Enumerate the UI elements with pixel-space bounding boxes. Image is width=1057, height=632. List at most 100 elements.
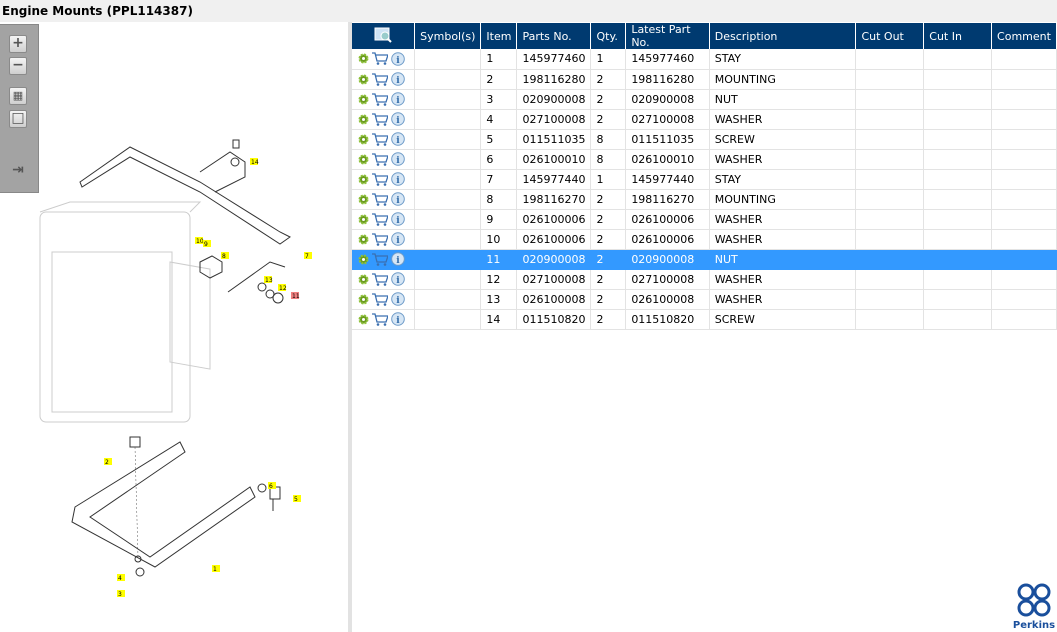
table-row[interactable]: i 4 027100008 2 027100008 WASHER [352,109,1057,130]
cart-icon[interactable] [372,252,388,266]
table-row[interactable]: i 3 020900008 2 020900008 NUT [352,89,1057,110]
cart-icon[interactable] [372,172,388,186]
column-header[interactable]: Symbol(s) [414,23,482,49]
info-icon[interactable]: i [391,272,405,286]
info-icon[interactable]: i [391,192,405,206]
column-header[interactable]: Cut In [923,23,993,49]
fit-window-button[interactable]: □ [9,110,27,128]
svg-text:i: i [396,136,400,146]
cut-in-cell [923,249,993,270]
table-row[interactable]: i 11 020900008 2 020900008 NUT [352,249,1057,270]
diagram-panel[interactable]: 14 7 10 9 8 13 12 11 2 6 5 1 4 3 + − ▦ □ ⇥ [0,22,348,632]
cart-icon[interactable] [372,212,388,226]
info-icon[interactable]: i [391,51,405,66]
info-icon[interactable]: i [391,112,405,126]
column-header[interactable]: Description [709,23,857,49]
info-icon[interactable]: i [391,92,405,106]
info-icon[interactable]: i [391,172,405,186]
table-row[interactable]: i 13 026100008 2 026100008 WASHER [352,289,1057,310]
row-actions: i [352,249,416,270]
table-row[interactable]: i 10 026100006 2 026100006 WASHER [352,229,1057,250]
gear-icon[interactable] [358,194,369,205]
callout-label: 5 [294,496,298,503]
info-icon[interactable]: i [391,132,405,146]
info-icon[interactable]: i [391,312,405,326]
cart-icon[interactable] [372,152,388,166]
exploded-diagram[interactable]: 14710 98131211265143 [0,22,348,632]
gear-icon[interactable] [358,114,369,125]
cart-icon[interactable] [372,112,388,126]
move-panel-button[interactable]: ⇥ [9,163,27,181]
table-row[interactable]: i 12 027100008 2 027100008 WASHER [352,269,1057,290]
cut-in-cell [923,129,993,150]
gear-icon[interactable] [358,214,369,225]
column-header[interactable]: Parts No. [516,23,592,49]
cut-out-cell [855,89,925,110]
column-header[interactable] [352,23,416,49]
info-icon[interactable]: i [391,72,405,86]
gear-icon[interactable] [358,274,369,285]
zoom-out-button[interactable]: − [9,57,27,75]
gear-icon[interactable] [358,254,369,265]
row-actions: i [352,289,416,310]
column-header[interactable]: Latest Part No. [625,23,710,49]
table-row[interactable]: i 6 026100010 8 026100010 WASHER [352,149,1057,170]
svg-text:i: i [396,196,400,206]
info-icon[interactable]: i [391,212,405,226]
gear-icon[interactable] [358,174,369,185]
symbols-cell [414,69,482,90]
cart-icon[interactable] [372,292,388,306]
gear-icon[interactable] [358,234,369,245]
gear-icon[interactable] [358,53,369,64]
zoom-in-button[interactable]: + [9,35,27,53]
comment-cell [991,189,1057,210]
fit-all-button[interactable]: ▦ [9,87,27,105]
svg-text:i: i [396,276,400,286]
item-cell: 6 [480,149,518,170]
parts-no-cell: 020900008 [516,249,592,270]
cart-icon[interactable] [372,132,388,146]
table-row[interactable]: i 1 145977460 1 145977460 STAY [352,49,1057,70]
latest-cell: 026100006 [625,229,710,250]
parts-no-cell: 026100006 [516,209,592,230]
latest-cell: 145977440 [625,169,710,190]
cart-icon[interactable] [372,92,388,106]
latest-cell: 198116270 [625,189,710,210]
cart-icon[interactable] [372,72,388,86]
cart-icon[interactable] [372,232,388,246]
info-icon[interactable]: i [391,292,405,306]
gear-icon[interactable] [358,134,369,145]
comment-cell [991,49,1057,70]
gear-icon[interactable] [358,154,369,165]
gear-icon[interactable] [358,314,369,325]
gear-icon[interactable] [358,74,369,85]
table-row[interactable]: i 7 145977440 1 145977440 STAY [352,169,1057,190]
comment-cell [991,229,1057,250]
info-icon[interactable]: i [391,152,405,166]
cut-in-cell [923,109,993,130]
desc-cell: MOUNTING [709,69,857,90]
table-row[interactable]: i 14 011510820 2 011510820 SCREW [352,309,1057,330]
cart-icon[interactable] [372,312,388,326]
info-icon[interactable]: i [391,232,405,246]
gear-icon[interactable] [358,94,369,105]
search-parts-icon[interactable] [374,27,392,43]
cart-icon[interactable] [372,192,388,206]
item-cell: 2 [480,69,518,90]
column-header[interactable]: Item [480,23,518,49]
cart-icon[interactable] [372,52,388,66]
column-header[interactable]: Qty. [590,23,627,49]
table-row[interactable]: i 8 198116270 2 198116270 MOUNTING [352,189,1057,210]
svg-text:i: i [396,116,400,126]
gear-icon[interactable] [358,294,369,305]
row-actions: i [352,189,416,210]
table-row[interactable]: i 2 198116280 2 198116280 MOUNTING [352,69,1057,90]
column-header[interactable]: Comment [991,23,1057,49]
column-header[interactable]: Cut Out [855,23,925,49]
table-row[interactable]: i 5 011511035 8 011511035 SCREW [352,129,1057,150]
row-actions: i [352,169,416,190]
logo-text: Perkins [1012,620,1056,631]
info-icon[interactable]: i [391,252,405,266]
table-row[interactable]: i 9 026100006 2 026100006 WASHER [352,209,1057,230]
cart-icon[interactable] [372,272,388,286]
